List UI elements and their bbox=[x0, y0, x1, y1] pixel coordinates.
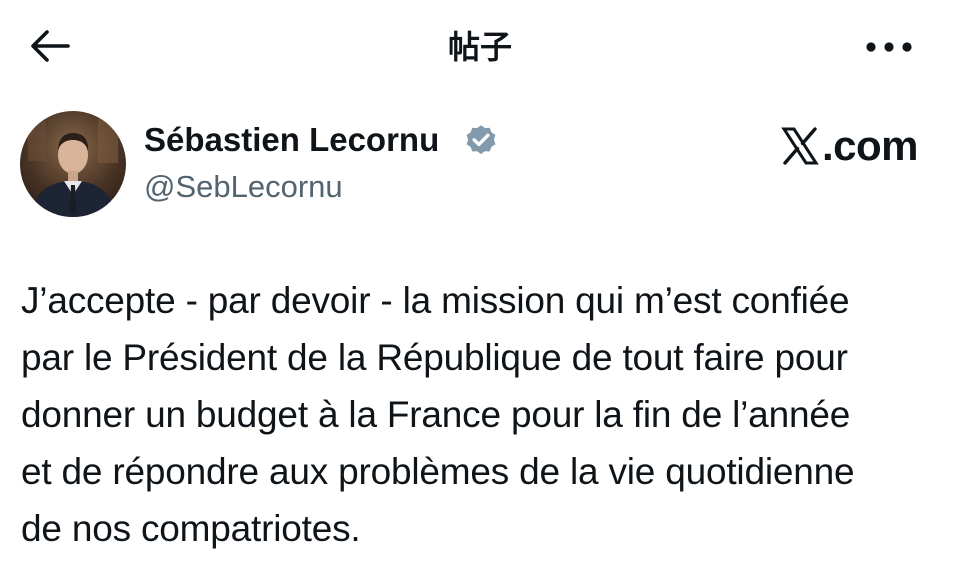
tweet-line: J’accepte - par devoir - la mission qui … bbox=[21, 280, 850, 321]
watermark-text: .com bbox=[822, 122, 919, 169]
author-handle[interactable]: @SebLecornu bbox=[144, 167, 343, 207]
more-options-button[interactable] bbox=[858, 24, 920, 70]
tweet-line: de nos compatriotes. bbox=[21, 508, 361, 549]
verified-badge-icon bbox=[463, 123, 499, 159]
avatar-photo bbox=[20, 111, 126, 217]
avatar[interactable] bbox=[20, 111, 126, 217]
author-name[interactable]: Sébastien Lecornu bbox=[144, 119, 439, 161]
tweet-line: par le Président de la République de tou… bbox=[21, 337, 848, 378]
back-button[interactable] bbox=[22, 20, 78, 72]
tweet-line: donner un budget à la France pour la fin… bbox=[21, 394, 851, 435]
arrow-left-icon bbox=[31, 30, 70, 62]
top-bar: 帖子 bbox=[0, 0, 960, 92]
tweet-text: J’accepte - par devoir - la mission qui … bbox=[21, 272, 946, 557]
x-logo-icon bbox=[781, 127, 819, 165]
x-watermark: .com bbox=[780, 120, 919, 172]
tweet-line: et de répondre aux problèmes de la vie q… bbox=[21, 451, 855, 492]
page-title: 帖子 bbox=[447, 28, 512, 66]
more-horizontal-icon bbox=[866, 42, 912, 52]
